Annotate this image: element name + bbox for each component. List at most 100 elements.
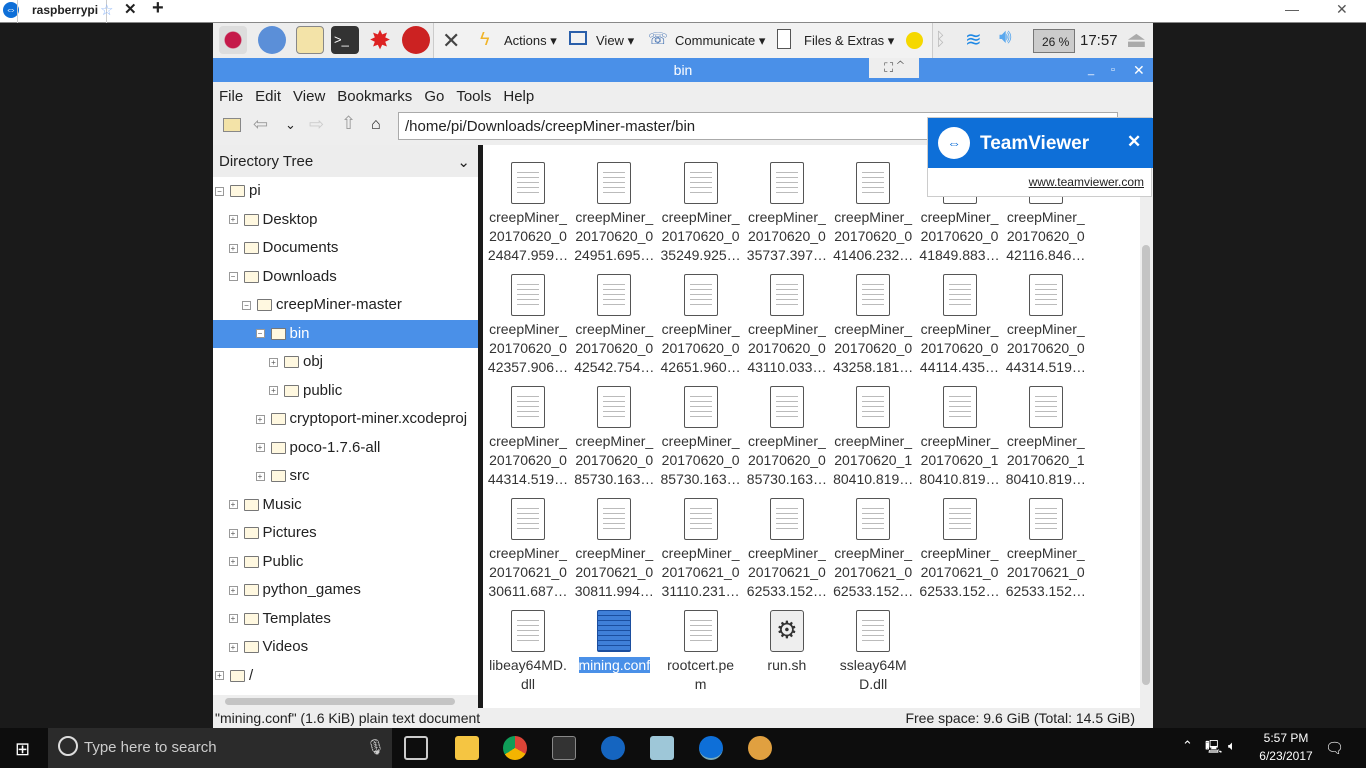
eject-icon[interactable]: ⏏ [1126, 27, 1147, 53]
files-extras-menu[interactable]: Files & Extras ▾ [804, 33, 894, 49]
file-item[interactable]: creepMiner_ 20170620_0 42357.906… [485, 274, 571, 377]
tree-item[interactable]: + poco-1.7.6-all [213, 434, 478, 462]
action-center-icon[interactable]: 🗨︎ [1325, 739, 1344, 757]
expander-icon[interactable]: + [269, 357, 278, 367]
file-item[interactable]: creepMiner_ 20170620_0 24951.695… [571, 162, 657, 265]
network-icon[interactable]: 🖳︎ [1205, 738, 1222, 760]
tab-close-icon[interactable]: ✕ [124, 0, 137, 18]
star-icon[interactable]: ☆ [100, 1, 113, 19]
file-item[interactable]: creepMiner_ 20170621_0 30811.994… [571, 498, 657, 601]
file-item[interactable]: rootcert.pe m [658, 610, 744, 694]
app-notes-icon[interactable] [650, 736, 674, 760]
taskbar-clock[interactable]: 5:57 PM 6/23/2017 [1255, 731, 1317, 763]
menu-edit[interactable]: Edit [249, 82, 287, 105]
file-item[interactable]: creepMiner_ 20170620_0 44114.435… [917, 274, 1003, 377]
teamviewer-taskbar-icon[interactable] [699, 736, 723, 760]
expander-icon[interactable]: + [228, 642, 238, 652]
file-item[interactable]: creepMiner_ 20170621_0 30611.687… [485, 498, 571, 601]
expander-icon[interactable]: + [228, 215, 238, 225]
scrollbar-thumb[interactable] [1142, 245, 1150, 685]
menu-go[interactable]: Go [418, 82, 450, 105]
feedback-smiley-icon[interactable] [906, 32, 923, 49]
teamviewer-link[interactable]: www.teamviewer.com [1029, 175, 1144, 189]
volume-icon[interactable]: 🔊︎ [999, 26, 1012, 49]
new-tab-button[interactable]: + [152, 0, 164, 20]
chevron-up-icon[interactable]: ⌃ [1182, 738, 1193, 754]
tree-item[interactable]: + Videos [213, 633, 478, 661]
expander-icon[interactable]: + [228, 528, 238, 538]
file-item[interactable]: creepMiner_ 20170621_0 62533.152… [744, 498, 830, 601]
file-item[interactable]: creepMiner_ 20170620_0 43258.181… [830, 274, 916, 377]
expander-icon[interactable]: + [228, 500, 238, 510]
file-item[interactable]: creepMiner_ 20170620_1 80410.819… [917, 386, 1003, 489]
file-item[interactable]: creepMiner_ 20170621_0 62533.152… [917, 498, 1003, 601]
window-maximize-button[interactable]: ▫ [1111, 58, 1115, 82]
expander-icon[interactable]: + [228, 585, 238, 595]
file-item[interactable]: creepMiner_ 20170620_0 42651.960… [658, 274, 744, 377]
window-close-button[interactable]: ✕ [1336, 1, 1348, 18]
view-menu[interactable]: View ▾ [596, 33, 634, 49]
tree-item[interactable]: + Templates [213, 605, 478, 633]
file-item[interactable]: ⚙ run.sh [744, 610, 830, 675]
file-item[interactable]: libeay64MD. dll [485, 610, 571, 694]
raspberry-menu-icon[interactable] [219, 26, 247, 54]
menu-view[interactable]: View [287, 82, 331, 105]
expander-icon[interactable]: − [242, 300, 251, 310]
tree-item[interactable]: − Downloads [213, 263, 478, 291]
popup-close-icon[interactable]: ✕ [1127, 132, 1141, 152]
expander-icon[interactable]: + [228, 614, 238, 624]
file-explorer-icon[interactable] [455, 736, 479, 760]
taskbar-search-input[interactable]: Type here to search 🎙︎ [48, 728, 392, 768]
expander-icon[interactable]: + [228, 243, 238, 253]
tree-item[interactable]: + obj [213, 348, 478, 376]
task-view-icon[interactable] [404, 736, 428, 760]
window-minimize-button[interactable]: _ [1088, 58, 1094, 82]
file-item[interactable]: creepMiner_ 20170620_0 44314.519… [485, 386, 571, 489]
menu-file[interactable]: File [213, 82, 249, 105]
file-item[interactable]: creepMiner_ 20170620_0 43110.033… [744, 274, 830, 377]
expander-icon[interactable]: + [255, 443, 265, 453]
expander-icon[interactable]: + [215, 671, 224, 681]
file-item[interactable]: creepMiner_ 20170620_1 80410.819… [1003, 386, 1089, 489]
terminal-icon[interactable]: >_ [331, 26, 359, 54]
home-icon[interactable]: ⌂ [371, 116, 381, 134]
expander-icon[interactable]: + [255, 414, 265, 424]
file-item[interactable]: creepMiner_ 20170620_0 85730.163… [658, 386, 744, 489]
forward-icon[interactable]: ⇨ [309, 114, 324, 135]
back-icon[interactable]: ⇦ [253, 114, 268, 135]
file-item[interactable]: creepMiner_ 20170620_0 41406.232… [830, 162, 916, 265]
expander-icon[interactable]: + [269, 386, 278, 396]
directory-tree-header[interactable]: Directory Tree ⌄ [213, 145, 478, 177]
tree-item[interactable]: + cryptoport-miner.xcodeproj [213, 405, 478, 433]
paint-icon[interactable] [748, 736, 772, 760]
expander-icon[interactable]: − [215, 186, 224, 196]
file-manager-icon[interactable] [296, 26, 324, 54]
app-b-icon[interactable] [601, 736, 625, 760]
tree-item[interactable]: − creepMiner-master [213, 291, 478, 319]
speaker-icon[interactable]: 🔈︎ [1228, 738, 1236, 754]
tree-item[interactable]: + Music [213, 491, 478, 519]
minimize-button[interactable]: — [1285, 1, 1299, 17]
expander-icon[interactable]: − [255, 329, 265, 339]
tree-item[interactable]: + src [213, 462, 478, 490]
tree-item[interactable]: + Documents [213, 234, 478, 262]
tree-item[interactable]: + Desktop [213, 206, 478, 234]
tree-item[interactable]: − bin [213, 319, 478, 348]
expander-icon[interactable]: + [228, 557, 238, 567]
new-tab-folder-icon[interactable] [223, 118, 241, 132]
actions-menu[interactable]: Actions ▾ [504, 33, 557, 49]
vertical-scrollbar[interactable] [1140, 145, 1153, 708]
expander-icon[interactable]: − [228, 272, 238, 282]
file-item[interactable]: ssleay64M D.dll [830, 610, 916, 694]
up-icon[interactable]: ⇧ [341, 113, 356, 134]
file-item[interactable]: creepMiner_ 20170620_1 80410.819… [830, 386, 916, 489]
file-item[interactable]: creepMiner_ 20170621_0 62533.152… [1003, 498, 1089, 601]
file-item[interactable]: creepMiner_ 20170621_0 62533.152… [830, 498, 916, 601]
file-item[interactable]: creepMiner_ 20170620_0 24847.959… [485, 162, 571, 265]
file-item[interactable]: creepMiner_ 20170620_0 35249.925… [658, 162, 744, 265]
windows-start-icon[interactable]: ⊞ [15, 739, 30, 760]
file-item[interactable]: creepMiner_ 20170620_0 42542.754… [571, 274, 657, 377]
tree-item[interactable]: + / [213, 662, 478, 690]
tree-item[interactable]: + public [213, 377, 478, 405]
file-item[interactable]: creepMiner_ 20170621_0 31110.231… [658, 498, 744, 601]
